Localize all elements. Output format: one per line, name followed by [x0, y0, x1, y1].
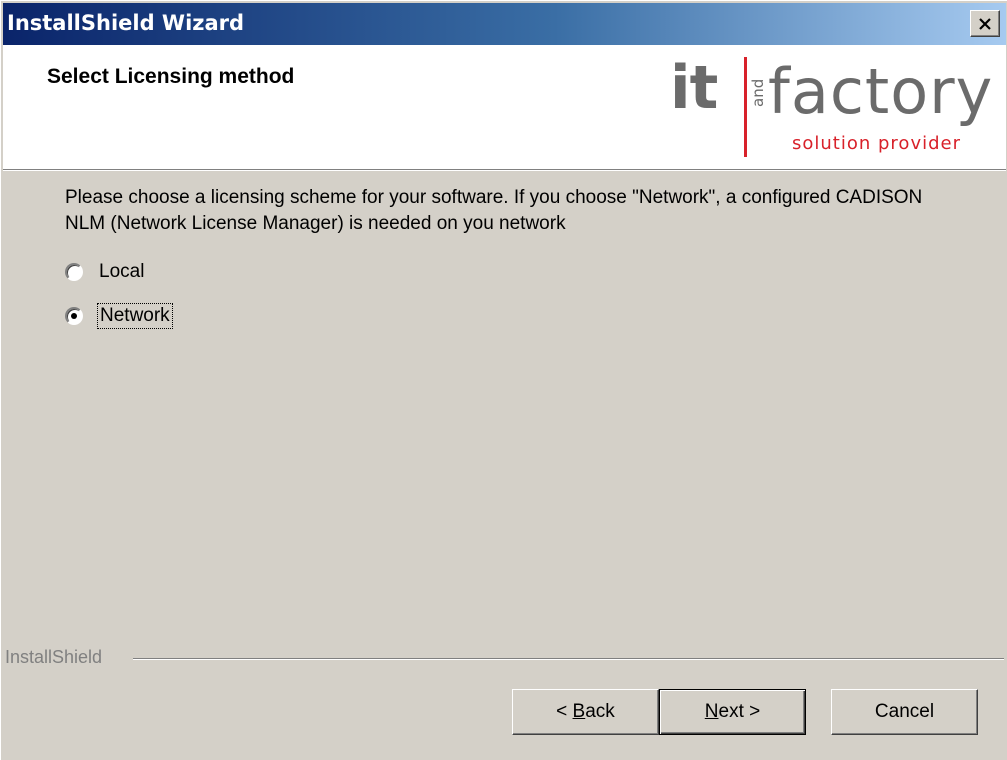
back-button-rest: ack	[585, 701, 615, 722]
back-button[interactable]: < Back	[512, 689, 659, 735]
local-radio-label[interactable]: Local	[99, 261, 144, 283]
page-title: Select Licensing method	[47, 65, 295, 88]
logo-factory-text: factory	[768, 55, 994, 128]
installshield-wizard-window: InstallShield Wizard Select Licensing me…	[0, 0, 1007, 760]
back-button-mnemonic: B	[572, 701, 586, 722]
back-button-prefix: <	[556, 701, 573, 722]
local-radio-button[interactable]	[65, 263, 83, 281]
next-button-mnemonic: N	[704, 701, 719, 722]
installshield-branding: InstallShield	[3, 647, 1006, 668]
network-radio-label[interactable]: Network	[97, 303, 173, 329]
network-radio-button[interactable]	[65, 307, 83, 325]
installshield-brand-label: InstallShield	[5, 647, 111, 668]
title-bar[interactable]: InstallShield Wizard	[3, 3, 1006, 45]
radio-option-local[interactable]: Local	[65, 259, 144, 285]
logo-divider	[744, 57, 747, 157]
itandfactory-logo: it and factory solution provider	[656, 51, 1006, 163]
logo-it-text: it	[670, 53, 718, 123]
close-button[interactable]	[970, 10, 1000, 37]
close-icon	[979, 17, 991, 30]
cancel-button-label: Cancel	[874, 701, 935, 722]
header-panel: Select Licensing method it and factory s…	[3, 45, 1006, 169]
header-divider-highlight	[3, 170, 1006, 171]
instructions-text: Please choose a licensing scheme for you…	[65, 187, 923, 234]
next-button-rest: ext >	[718, 701, 761, 722]
radio-option-network[interactable]: Network	[65, 303, 173, 329]
logo-and-text: and	[749, 78, 767, 107]
footer-divider-highlight	[133, 659, 1004, 660]
next-button[interactable]: Next >	[659, 689, 806, 735]
cancel-button[interactable]: Cancel	[831, 689, 978, 735]
window-title: InstallShield Wizard	[7, 11, 245, 35]
logo-tagline: solution provider	[792, 133, 961, 154]
